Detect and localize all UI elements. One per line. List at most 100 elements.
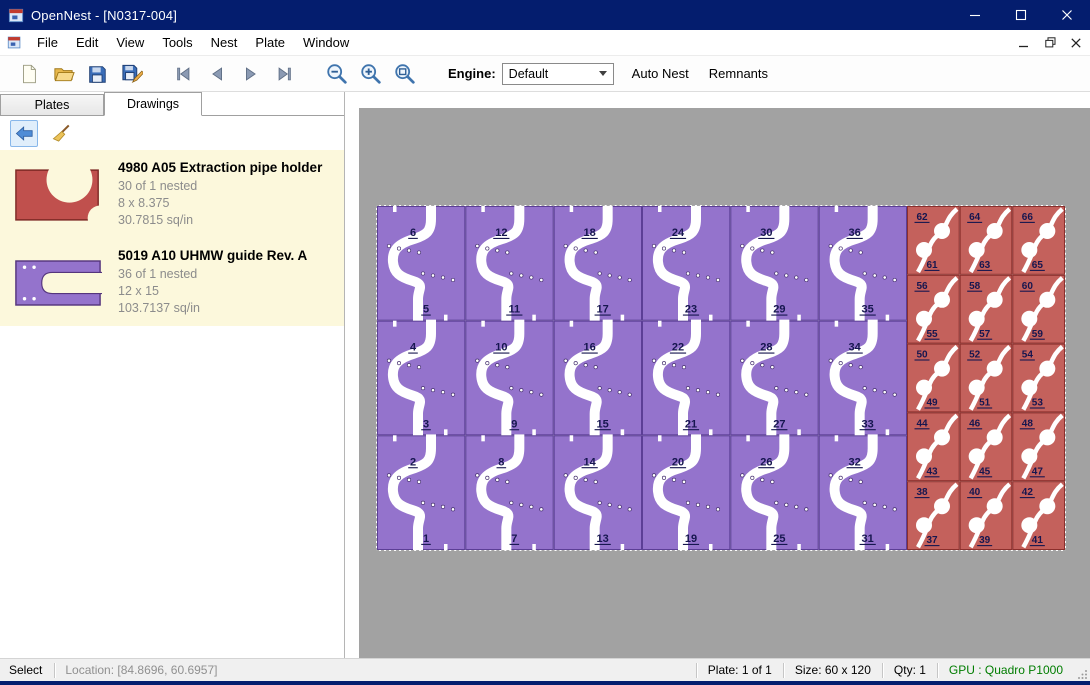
minimize-icon[interactable] <box>952 0 998 30</box>
uhmw-guide-part-pair[interactable]: 65 <box>378 206 465 322</box>
import-back-arrow-icon[interactable] <box>10 120 38 147</box>
uhmw-guide-part-pair[interactable]: 43 <box>378 320 465 437</box>
uhmw-guide-part-pair[interactable]: 2423 <box>643 206 730 322</box>
part-number-label: 10 <box>495 342 507 354</box>
last-plate-icon[interactable] <box>268 59 302 89</box>
uhmw-guide-part-pair[interactable]: 2625 <box>731 434 818 550</box>
zoom-in-icon[interactable] <box>354 59 388 89</box>
nest-viewport[interactable]: 6512111817242330293635431091615222128273… <box>359 108 1090 658</box>
maximize-icon[interactable] <box>998 0 1044 30</box>
part-number-label: 12 <box>495 227 507 239</box>
pipe-holder-part-pair[interactable]: 38 37 <box>908 482 960 550</box>
part-number-label: 42 <box>1022 487 1034 498</box>
pipe-holder-part-pair[interactable]: 5049 <box>908 344 960 412</box>
part-number-label: 3 <box>423 418 429 430</box>
sidebar: Plates Drawings <box>0 92 345 658</box>
pipe-holder-part-pair[interactable]: 4241 <box>1013 482 1065 550</box>
menu-tools[interactable]: Tools <box>153 31 201 54</box>
plate-qty: Qty: 1 <box>883 663 937 677</box>
plate[interactable]: 6512111817242330293635431091615222128273… <box>376 205 1066 551</box>
uhmw-guide-part-pair[interactable]: 1615 <box>554 320 641 437</box>
menu-window[interactable]: Window <box>294 31 358 54</box>
close-icon[interactable] <box>1044 0 1090 30</box>
tab-plates[interactable]: Plates <box>0 94 104 115</box>
auto-nest-button[interactable]: Auto Nest <box>622 61 699 86</box>
mdi-restore-icon[interactable] <box>1038 33 1062 53</box>
zoom-out-icon[interactable] <box>320 59 354 89</box>
part-number-label: 45 <box>979 466 991 477</box>
previous-plate-icon[interactable] <box>200 59 234 89</box>
uhmw-guide-part-pair[interactable]: 10 9 <box>466 320 553 437</box>
menu-file[interactable]: File <box>28 31 67 54</box>
part-number-label: 37 <box>926 535 938 546</box>
mode-indicator: Select <box>0 663 54 677</box>
part-number-label: 36 <box>849 227 861 239</box>
uhmw-guide-part-pair[interactable]: 1211 <box>466 206 553 322</box>
engine-select[interactable]: Default <box>502 63 614 85</box>
part-number-label: 27 <box>773 418 785 430</box>
part-number-label: 62 <box>916 212 928 223</box>
part-number-label: 51 <box>979 398 991 409</box>
menu-view[interactable]: View <box>107 31 153 54</box>
menu-edit[interactable]: Edit <box>67 31 107 54</box>
uhmw-guide-part-pair[interactable]: 1817 <box>554 206 641 322</box>
uhmw-guide-part-pair[interactable]: 3029 <box>731 206 818 322</box>
uhmw-guide-part-pair[interactable]: 3433 <box>819 320 906 437</box>
uhmw-guide-part-pair[interactable]: 3635 <box>819 206 906 322</box>
pipe-holder-part-pair[interactable]: 5655 <box>908 275 960 343</box>
part-number-label: 52 <box>969 350 981 361</box>
pipe-holder-part-pair[interactable]: 4847 <box>1013 413 1065 481</box>
part-number-label: 44 <box>916 418 928 429</box>
part-number-label: 33 <box>862 418 874 430</box>
pipe-holder-part-pair[interactable]: 6059 <box>1013 275 1065 343</box>
first-plate-icon[interactable] <box>166 59 200 89</box>
part-number-label: 5 <box>423 304 429 316</box>
uhmw-guide-part-pair[interactable]: 2221 <box>643 320 730 437</box>
uhmw-guide-part-pair[interactable]: 2019 <box>643 434 730 550</box>
new-document-icon[interactable] <box>12 59 46 89</box>
part-number-label: 48 <box>1022 418 1034 429</box>
gpu-indicator: GPU : Quadro P1000 <box>938 663 1074 677</box>
part-number-label: 65 <box>1032 260 1044 271</box>
clean-broom-icon[interactable] <box>47 120 75 147</box>
pipe-holder-part-pair[interactable]: 4039 <box>960 482 1012 550</box>
part-number-label: 38 <box>916 487 928 498</box>
list-item-uhmw-guide[interactable]: 5019 A10 UHMW guide Rev. A 36 of 1 neste… <box>0 238 344 326</box>
part-number-label: 2 <box>410 456 416 468</box>
resize-grip[interactable] <box>1074 659 1090 682</box>
mdi-minimize-icon[interactable] <box>1012 33 1036 53</box>
pipe-holder-part-pair[interactable]: 52 51 <box>960 344 1012 412</box>
save-as-icon[interactable] <box>114 59 148 89</box>
pipe-holder-part-pair[interactable]: 5453 <box>1013 344 1065 412</box>
menu-nest[interactable]: Nest <box>202 31 247 54</box>
next-plate-icon[interactable] <box>234 59 268 89</box>
uhmw-guide-part-pair[interactable]: 2827 <box>731 320 818 437</box>
remnants-button[interactable]: Remnants <box>699 61 778 86</box>
pipe-holder-part-pair[interactable]: 44 43 <box>908 413 960 481</box>
pipe-holder-part-pair[interactable]: 66 65 <box>1013 207 1065 275</box>
pipe-holder-part-pair[interactable]: 6261 <box>908 207 960 275</box>
uhmw-guide-part-pair[interactable]: 1413 <box>554 434 641 550</box>
pipe-holder-part-pair[interactable]: 6463 <box>960 207 1012 275</box>
part-number-label: 31 <box>862 533 874 545</box>
menu-plate[interactable]: Plate <box>246 31 294 54</box>
uhmw-guide-part-pair[interactable]: 32 31 <box>819 434 906 550</box>
uhmw-guide-part-pair[interactable]: 21 <box>378 434 465 550</box>
tab-drawings[interactable]: Drawings <box>104 92 202 116</box>
uhmw-guide-part-pair[interactable]: 87 <box>466 434 553 550</box>
open-folder-icon[interactable] <box>46 59 80 89</box>
mdi-close-icon[interactable] <box>1064 33 1088 53</box>
zoom-fit-icon[interactable] <box>388 59 422 89</box>
list-item-extraction-pipe-holder[interactable]: 4980 A05 Extraction pipe holder 30 of 1 … <box>0 150 344 238</box>
part-number-label: 32 <box>849 456 861 468</box>
cursor-location: Location: [84.8696, 60.6957] <box>55 663 227 677</box>
pipe-holder-part-pair[interactable]: 4645 <box>960 413 1012 481</box>
part-title: 5019 A10 UHMW guide Rev. A <box>118 248 307 263</box>
part-number-label: 43 <box>926 466 938 477</box>
part-number-label: 25 <box>773 533 785 545</box>
purple-part-shape-icon <box>8 248 108 317</box>
save-floppy-icon[interactable] <box>80 59 114 89</box>
part-number-label: 66 <box>1022 212 1034 223</box>
part-number-label: 9 <box>511 418 517 430</box>
pipe-holder-part-pair[interactable]: 5857 <box>960 275 1012 343</box>
